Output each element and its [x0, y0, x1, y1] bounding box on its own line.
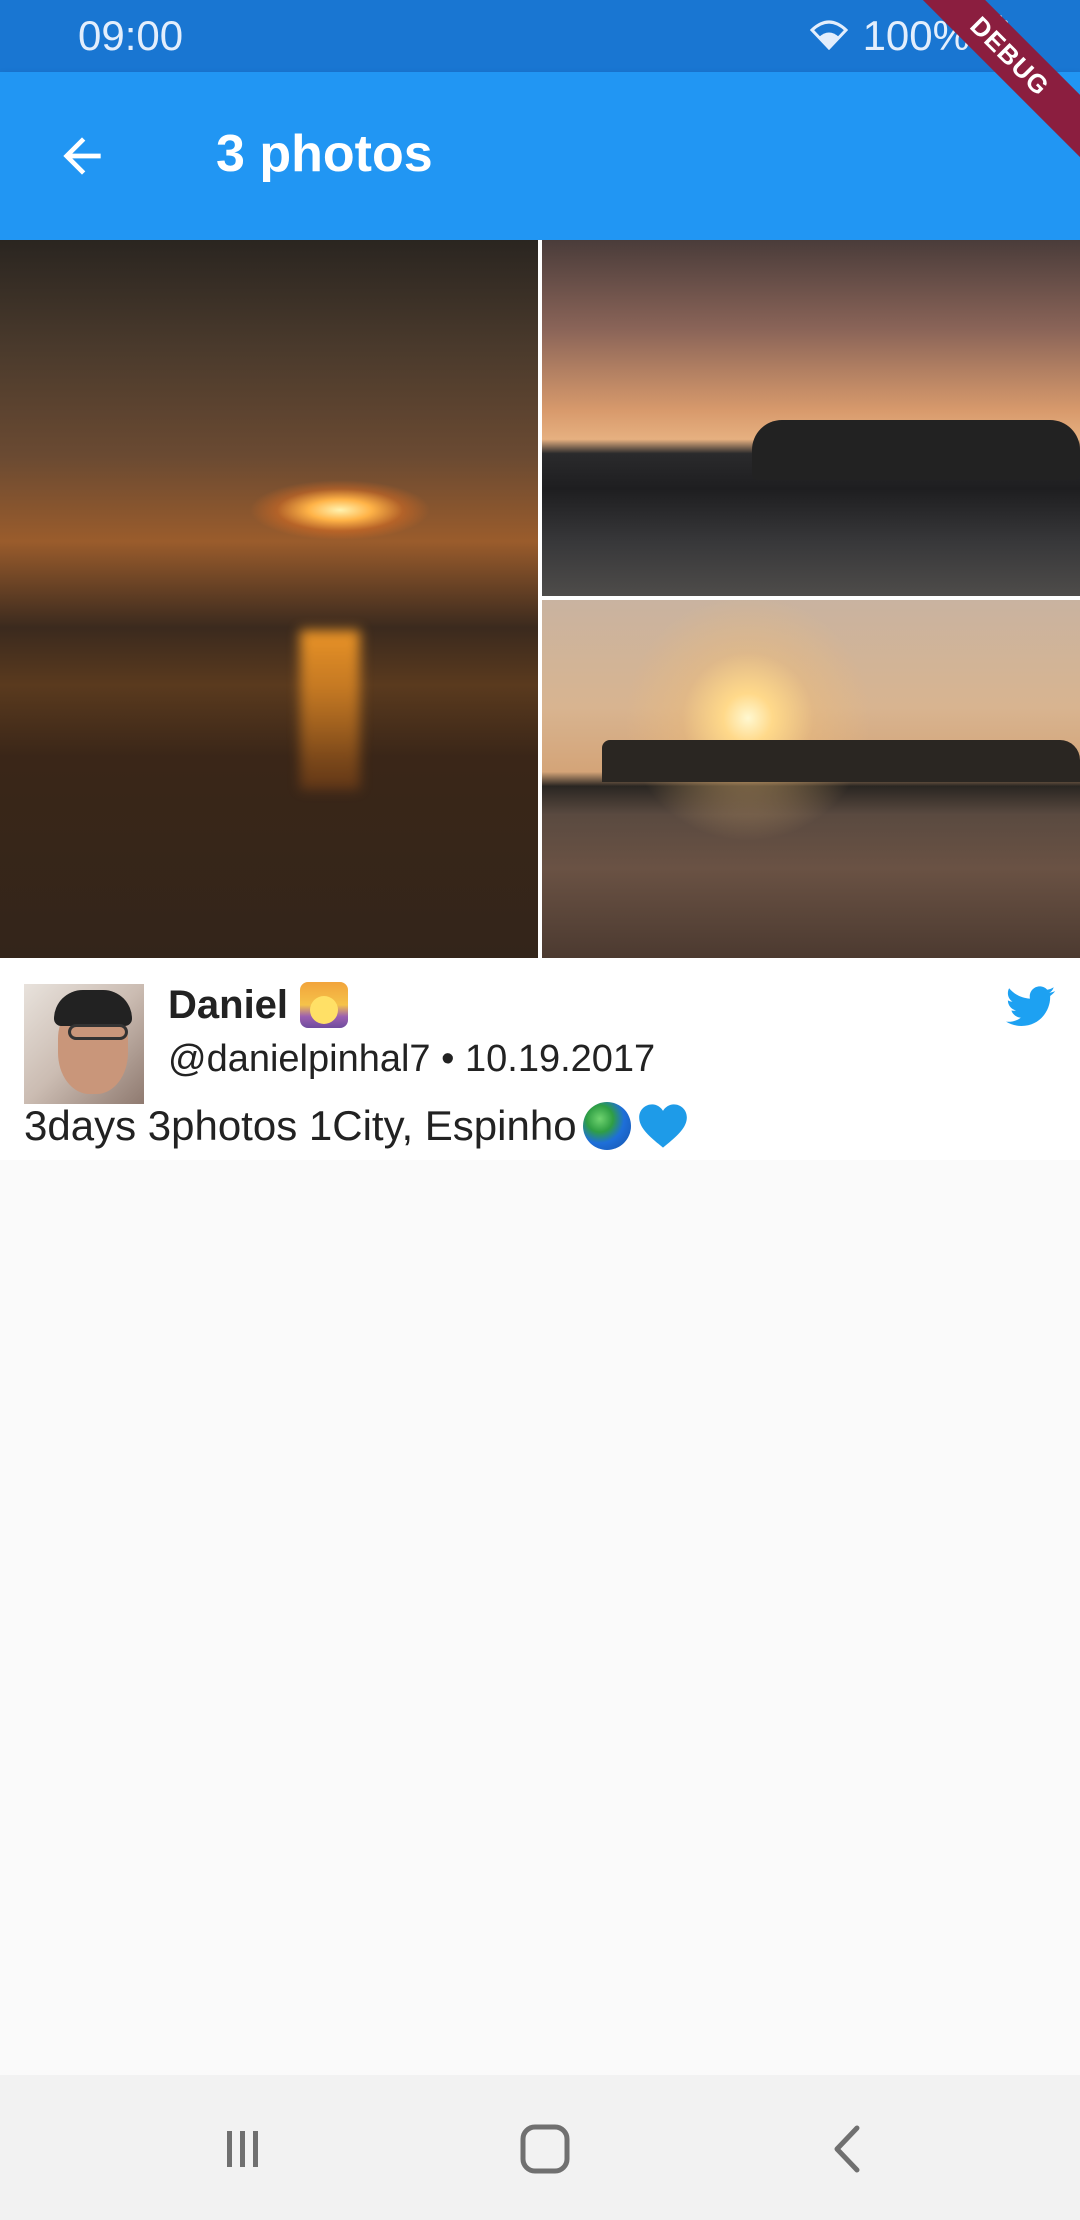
photo-sunset-jetty[interactable] [542, 600, 1080, 958]
status-bar: 09:00 100% [0, 0, 1080, 72]
recent-apps-button[interactable] [198, 2115, 288, 2183]
blue-heart-icon [638, 1104, 687, 1148]
rocks [752, 420, 1080, 480]
photo-fisherman-rocks[interactable] [542, 240, 1080, 596]
twitter-icon[interactable] [1006, 986, 1056, 1028]
author-name-row: Daniel [168, 982, 349, 1028]
photo-sunset-beach[interactable] [0, 240, 538, 958]
avatar[interactable] [24, 984, 144, 1104]
page-title: 3 photos [216, 125, 433, 183]
tweet-card[interactable]: Daniel @danielpinhal7 • 10.19.2017 3days… [0, 960, 1080, 1160]
tweet-date: 10.19.2017 [465, 1038, 656, 1080]
photo-grid [0, 240, 1080, 960]
wifi-icon [809, 12, 849, 60]
recent-apps-icon [227, 2131, 258, 2167]
separator: • [441, 1038, 455, 1080]
jetty [602, 740, 1080, 782]
app-bar: 3 photos [0, 72, 1080, 240]
avatar-glasses [68, 1024, 128, 1040]
avatar-hair [54, 990, 132, 1026]
tweet-text-row: 3days 3photos 1City, Espinho [24, 1102, 689, 1150]
content-area [0, 1160, 1080, 2075]
sunrise-icon [300, 982, 349, 1028]
sun-reflection [300, 630, 360, 790]
status-time: 09:00 [78, 12, 184, 59]
author-handle-row: @danielpinhal7 • 10.19.2017 [168, 1038, 655, 1081]
author-name: Daniel [168, 982, 289, 1027]
arrow-back-icon [63, 137, 101, 175]
system-nav-bar [0, 2075, 1080, 2220]
nav-back-button[interactable] [802, 2115, 892, 2183]
tweet-text: 3days 3photos 1City, Espinho [24, 1102, 577, 1149]
home-button[interactable] [500, 2115, 590, 2183]
home-icon [520, 2124, 570, 2174]
nav-back-icon [834, 2125, 860, 2173]
globe-icon [582, 1102, 631, 1150]
back-button[interactable] [40, 114, 124, 198]
author-handle: @danielpinhal7 [168, 1038, 431, 1080]
